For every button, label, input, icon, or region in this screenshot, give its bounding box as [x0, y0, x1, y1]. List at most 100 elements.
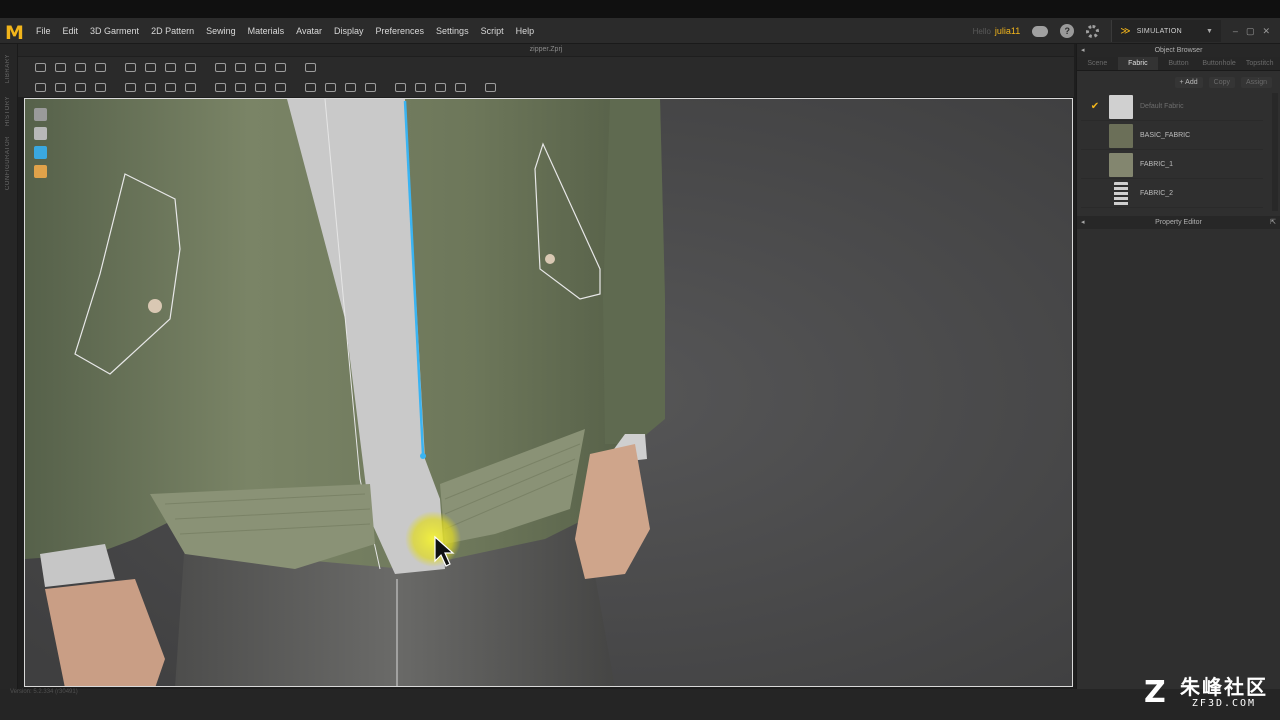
- sewing-tool-icon[interactable]: [50, 79, 70, 95]
- tab-topstitch[interactable]: Topstitch: [1239, 57, 1280, 70]
- pattern-tool-icon[interactable]: [180, 59, 200, 75]
- sewing-tool-icon[interactable]: [270, 79, 290, 95]
- sewing-tool-icon[interactable]: [390, 79, 410, 95]
- tab-configurator[interactable]: CONFIGURATOR: [5, 136, 11, 190]
- fabric-row[interactable]: ✔ Default Fabric: [1081, 93, 1263, 121]
- pin-icon[interactable]: ◂: [1081, 44, 1085, 57]
- menu-help[interactable]: Help: [510, 26, 541, 36]
- sewing-tool-icon[interactable]: [110, 79, 120, 95]
- sewing-tool-icon[interactable]: [200, 79, 210, 95]
- tab-history[interactable]: HISTORY: [5, 96, 11, 126]
- fabric-list: ✔ Default Fabric BASIC_FABRIC FABRIC_1 FABRI…: [1077, 93, 1280, 211]
- add-button[interactable]: + Add: [1174, 76, 1203, 88]
- sewing-tool-icon[interactable]: [230, 79, 250, 95]
- fabric-name: Default Fabric: [1140, 103, 1184, 110]
- sewing-tool-icon[interactable]: [410, 79, 430, 95]
- viewport-tools: [34, 108, 47, 178]
- watermark: Z 朱峰社区 ZF3D.COM: [1144, 676, 1268, 709]
- pattern-tool-icon[interactable]: [230, 59, 250, 75]
- minimize-icon[interactable]: –: [1233, 26, 1238, 37]
- sewing-tool-icon[interactable]: [360, 79, 380, 95]
- menu-2d-pattern[interactable]: 2D Pattern: [145, 26, 200, 36]
- settings-gear-icon[interactable]: [1086, 24, 1100, 38]
- close-icon[interactable]: ✕: [1262, 26, 1270, 37]
- menu-display[interactable]: Display: [328, 26, 370, 36]
- sewing-tool-icon[interactable]: [340, 79, 360, 95]
- watermark-chinese: 朱峰社区: [1180, 675, 1268, 699]
- fabric-row[interactable]: BASIC_FABRIC: [1081, 122, 1263, 150]
- pattern-tool-icon[interactable]: [250, 59, 270, 75]
- pattern-tool-icon[interactable]: [120, 59, 140, 75]
- sewing-tool-icon[interactable]: [210, 79, 230, 95]
- fabric-swatch: [1114, 181, 1128, 206]
- pattern-tool-icon[interactable]: [160, 59, 180, 75]
- pattern-tool-icon[interactable]: [200, 59, 210, 75]
- pattern-tool-icon[interactable]: [270, 59, 290, 75]
- expand-icon[interactable]: ⇱: [1270, 216, 1276, 229]
- menu-edit[interactable]: Edit: [57, 26, 85, 36]
- pin-icon[interactable]: ◂: [1081, 216, 1085, 229]
- menu-sewing[interactable]: Sewing: [200, 26, 242, 36]
- tab-button[interactable]: Button: [1158, 57, 1199, 70]
- pattern-tool-icon[interactable]: [110, 59, 120, 75]
- pattern-tool-icon[interactable]: [140, 59, 160, 75]
- sewing-tool-icon[interactable]: [70, 79, 90, 95]
- sewing-tool-icon[interactable]: [450, 79, 470, 95]
- fabric-swatch: [1109, 152, 1133, 177]
- sewing-tool-icon[interactable]: [120, 79, 140, 95]
- sewing-tool-icon[interactable]: [290, 79, 300, 95]
- assign-button[interactable]: Assign: [1240, 76, 1272, 88]
- cloud-icon[interactable]: [1032, 25, 1049, 37]
- cursor-highlight: [405, 511, 461, 567]
- sewing-tool-icon[interactable]: [470, 79, 480, 95]
- help-icon[interactable]: ?: [1060, 24, 1075, 38]
- fabric-actions: + Add Copy Assign: [1077, 71, 1280, 93]
- mode-chevron-icon: ≫: [1120, 25, 1131, 37]
- menu-file[interactable]: File: [30, 26, 57, 36]
- sewing-tool-icon[interactable]: [250, 79, 270, 95]
- sewing-tool-icon[interactable]: [320, 79, 340, 95]
- sewing-tool-icon[interactable]: [430, 79, 450, 95]
- sewing-tool-icon[interactable]: [180, 79, 200, 95]
- sewing-tool-icon[interactable]: [480, 79, 500, 95]
- sewing-tool-icon[interactable]: [30, 79, 50, 95]
- fabric-row[interactable]: FABRIC_2: [1081, 180, 1263, 208]
- tab-fabric[interactable]: Fabric: [1117, 57, 1159, 70]
- avatar-display-icon[interactable]: [34, 108, 47, 121]
- pattern-tool-icon[interactable]: [300, 59, 320, 75]
- sewing-tool-icon[interactable]: [300, 79, 320, 95]
- tab-buttonhole[interactable]: Buttonhole: [1199, 57, 1240, 70]
- skin-display-icon[interactable]: [34, 165, 47, 178]
- pattern-tool-icon[interactable]: [30, 59, 50, 75]
- menu-3d-garment[interactable]: 3D Garment: [84, 26, 145, 36]
- garment-display-icon[interactable]: [34, 146, 47, 159]
- sewing-tool-icon[interactable]: [380, 79, 390, 95]
- pattern-tool-icon[interactable]: [70, 59, 90, 75]
- menu-preferences[interactable]: Preferences: [370, 26, 431, 36]
- fabric-list-scrollbar[interactable]: [1272, 93, 1278, 211]
- pattern-tool-icon[interactable]: [50, 59, 70, 75]
- fabric-row[interactable]: FABRIC_1: [1081, 151, 1263, 179]
- tab-library[interactable]: LIBRARY: [5, 54, 11, 83]
- avatar-pose-icon[interactable]: [34, 127, 47, 140]
- pattern-tool-icon[interactable]: [90, 59, 110, 75]
- menu-avatar[interactable]: Avatar: [290, 26, 328, 36]
- tab-scene[interactable]: Scene: [1077, 57, 1118, 70]
- pattern-tool-icon[interactable]: [290, 59, 300, 75]
- fabric-name: FABRIC_2: [1140, 190, 1174, 197]
- sewing-tool-icon[interactable]: [140, 79, 160, 95]
- menu-script[interactable]: Script: [475, 26, 510, 36]
- mode-selector[interactable]: ≫ SIMULATION ▼: [1111, 20, 1221, 42]
- menu-settings[interactable]: Settings: [430, 26, 475, 36]
- status-bar: Version: 5.2.334 (r30491): [0, 689, 1280, 720]
- watermark-url: ZF3D.COM: [1191, 698, 1257, 709]
- pattern-tool-icon[interactable]: [210, 59, 230, 75]
- user-name[interactable]: julia11: [995, 26, 1020, 36]
- menu-materials[interactable]: Materials: [242, 26, 291, 36]
- menu-bar: M File Edit 3D Garment 2D Pattern Sewing Mate…: [0, 18, 1280, 44]
- sewing-tool-icon[interactable]: [90, 79, 110, 95]
- copy-button[interactable]: Copy: [1208, 76, 1235, 88]
- sewing-tool-icon[interactable]: [160, 79, 180, 95]
- 3d-viewport[interactable]: [24, 98, 1073, 687]
- restore-icon[interactable]: ▢: [1246, 26, 1255, 37]
